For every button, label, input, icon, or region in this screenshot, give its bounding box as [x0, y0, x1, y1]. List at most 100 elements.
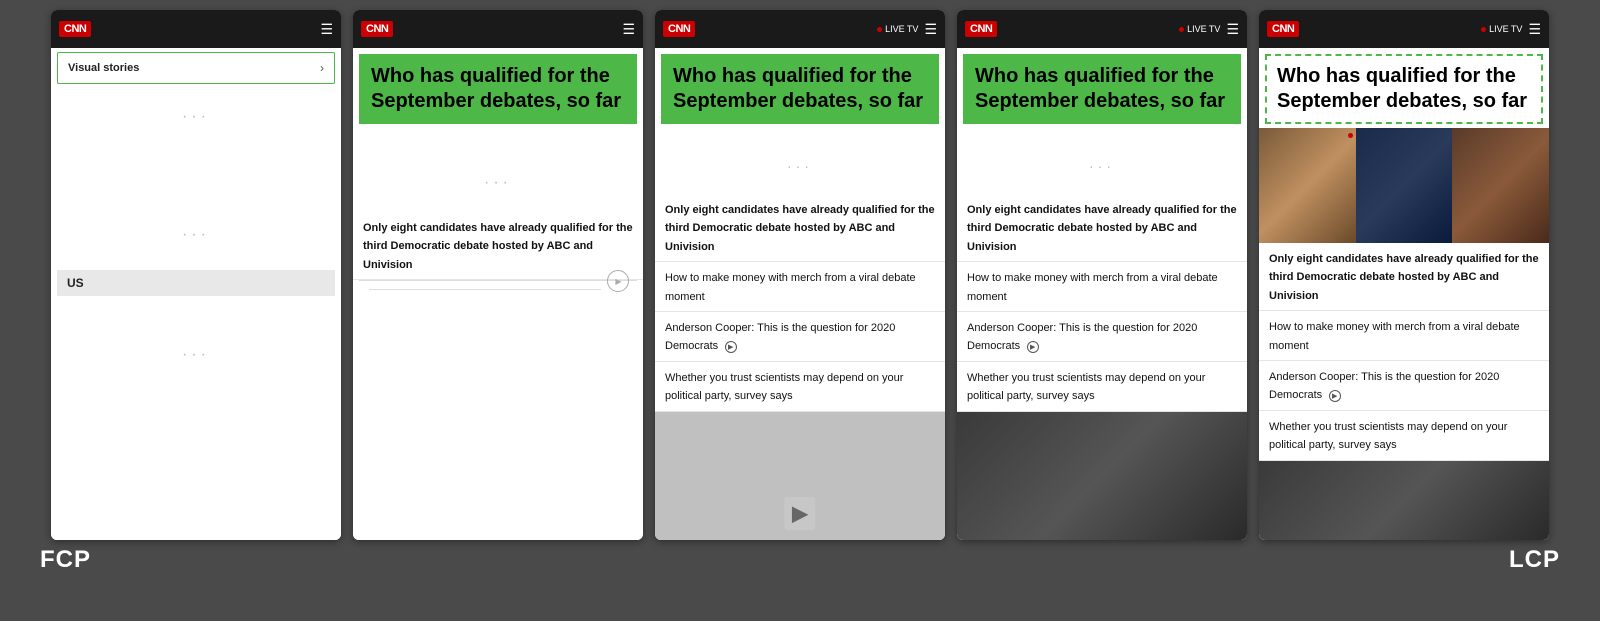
- headline-title-4: Who has qualified for the September deba…: [975, 64, 1229, 114]
- loading-mid-3: ···: [655, 138, 945, 194]
- hamburger-icon-4[interactable]: ☰: [1226, 22, 1239, 36]
- visual-stories-arrow[interactable]: ›: [320, 61, 324, 75]
- live-tv-3: LIVE TV: [877, 24, 918, 34]
- visual-stories-bar[interactable]: Visual stories ›: [57, 52, 335, 84]
- headline-container-4: Who has qualified for the September deba…: [963, 54, 1241, 124]
- story-4-2-text: Anderson Cooper: This is the question fo…: [967, 322, 1197, 352]
- play-icon-4-2[interactable]: ▶: [1027, 341, 1039, 353]
- frame-4-outer: CNN LIVE TV ☰ Who has qualified for the …: [957, 10, 1247, 540]
- navbar-right-1: ☰: [320, 22, 333, 36]
- loading-dots-1: ···: [51, 88, 341, 146]
- sub-text-label-3: Only eight candidates have already quali…: [665, 204, 935, 253]
- story-3-2[interactable]: Anderson Cooper: This is the question fo…: [655, 312, 945, 362]
- phone-frame-5: CNN LIVE TV ☰ Who has qualified for the …: [1259, 10, 1549, 540]
- navbar-5: CNN LIVE TV ☰: [1259, 10, 1549, 48]
- live-tv-label-4: LIVE TV: [1187, 24, 1220, 34]
- live-tv-5: LIVE TV: [1481, 24, 1522, 34]
- navbar-right-2: ☰: [622, 22, 635, 36]
- live-dot-3: [877, 27, 882, 32]
- headline-title-5: Who has qualified for the September deba…: [1277, 64, 1531, 114]
- navbar-4: CNN LIVE TV ☰: [957, 10, 1247, 48]
- fcp-label: FCP: [40, 546, 91, 574]
- sub-text-label-4: Only eight candidates have already quali…: [967, 204, 1237, 253]
- loading-mid-2: ···: [353, 154, 643, 212]
- bottom-image-4: [957, 412, 1247, 540]
- live-dot-5: [1481, 27, 1486, 32]
- navbar-right-3: LIVE TV ☰: [877, 22, 937, 36]
- frame-3-outer: CNN LIVE TV ☰ Who has qualified for the …: [655, 10, 945, 540]
- candidate-person-3: [1452, 128, 1549, 243]
- phone-frame-2: CNN ☰ Who has qualified for the Septembe…: [353, 10, 643, 540]
- frame-fcp: CNN ☰ Visual stories › ··· ··· US ···: [51, 10, 341, 540]
- story-4-1-text: How to make money with merch from a vira…: [967, 272, 1218, 302]
- lcp-label: LCP: [1509, 546, 1560, 574]
- cnn-logo-3: CNN: [663, 21, 695, 37]
- headline-container-3: Who has qualified for the September deba…: [661, 54, 939, 124]
- cnn-logo-4: CNN: [965, 21, 997, 37]
- play-icon-5-2[interactable]: ▶: [1329, 390, 1341, 402]
- hamburger-icon-5[interactable]: ☰: [1528, 22, 1541, 36]
- screenshots-container: CNN ☰ Visual stories › ··· ··· US ···: [20, 10, 1580, 611]
- frame-2-outer: CNN ☰ Who has qualified for the Septembe…: [353, 10, 643, 540]
- live-tv-label-5: LIVE TV: [1489, 24, 1522, 34]
- sub-text-label-5: Only eight candidates have already quali…: [1269, 253, 1539, 302]
- loading-dots-2: ···: [51, 206, 341, 264]
- headline-title-3: Who has qualified for the September deba…: [673, 64, 927, 114]
- headline-container-5: Who has qualified for the September deba…: [1265, 54, 1543, 124]
- story-5-2-text: Anderson Cooper: This is the question fo…: [1269, 371, 1499, 401]
- sub-text-5: Only eight candidates have already quali…: [1259, 243, 1549, 311]
- candidate-person-2: [1356, 128, 1453, 243]
- story-5-1[interactable]: How to make money with merch from a vira…: [1259, 311, 1549, 361]
- candidate-person-1: [1259, 128, 1356, 243]
- story-4-2[interactable]: Anderson Cooper: This is the question fo…: [957, 312, 1247, 362]
- frames-row: CNN ☰ Visual stories › ··· ··· US ···: [20, 10, 1580, 540]
- navbar-right-5: LIVE TV ☰: [1481, 22, 1541, 36]
- headline-container-2: Who has qualified for the September deba…: [359, 54, 637, 124]
- hamburger-icon-3[interactable]: ☰: [924, 22, 937, 36]
- story-3-3[interactable]: Whether you trust scientists may depend …: [655, 362, 945, 412]
- cnn-logo-2: CNN: [361, 21, 393, 37]
- story-5-2[interactable]: Anderson Cooper: This is the question fo…: [1259, 361, 1549, 411]
- video-play-btn-2[interactable]: [607, 270, 629, 292]
- play-icon-3-2[interactable]: ▶: [725, 341, 737, 353]
- frame3-content: Who has qualified for the September deba…: [655, 48, 945, 540]
- story-5-3-text: Whether you trust scientists may depend …: [1269, 421, 1507, 451]
- story-5-3[interactable]: Whether you trust scientists may depend …: [1259, 411, 1549, 461]
- loading-dots-3: ···: [51, 326, 341, 384]
- frame1-content: Visual stories › ··· ··· US ···: [51, 48, 341, 540]
- sub-text-label-2: Only eight candidates have already quali…: [363, 222, 633, 271]
- visual-stories-label: Visual stories: [68, 62, 139, 74]
- live-tv-label-3: LIVE TV: [885, 24, 918, 34]
- story-3-1[interactable]: How to make money with merch from a vira…: [655, 262, 945, 312]
- live-tv-4: LIVE TV: [1179, 24, 1220, 34]
- frame2-content: Who has qualified for the September deba…: [353, 48, 643, 540]
- phone-frame-4: CNN LIVE TV ☰ Who has qualified for the …: [957, 10, 1247, 540]
- frame4-content: Who has qualified for the September deba…: [957, 48, 1247, 540]
- hamburger-icon-2[interactable]: ☰: [622, 22, 635, 36]
- navbar-right-4: LIVE TV ☰: [1179, 22, 1239, 36]
- navbar-2: CNN ☰: [353, 10, 643, 48]
- story-3-3-text: Whether you trust scientists may depend …: [665, 372, 903, 402]
- loading-mid-4: ···: [957, 138, 1247, 194]
- sub-text-2: Only eight candidates have already quali…: [353, 212, 643, 280]
- us-section: US: [57, 270, 335, 296]
- story-4-1[interactable]: How to make money with merch from a vira…: [957, 262, 1247, 312]
- hamburger-icon-1[interactable]: ☰: [320, 22, 333, 36]
- story-3-1-text: How to make money with merch from a vira…: [665, 272, 916, 302]
- bottom-image-3: ▶: [655, 412, 945, 540]
- navbar-3: CNN LIVE TV ☰: [655, 10, 945, 48]
- navbar-1: CNN ☰: [51, 10, 341, 48]
- headline-title-2: Who has qualified for the September deba…: [371, 64, 625, 114]
- frame5-content: Who has qualified for the September deba…: [1259, 48, 1549, 540]
- story-5-1-text: How to make money with merch from a vira…: [1269, 321, 1520, 351]
- story-4-3[interactable]: Whether you trust scientists may depend …: [957, 362, 1247, 412]
- live-dot-4: [1179, 27, 1184, 32]
- bottom-image-5: [1259, 461, 1549, 540]
- labels-row: FCP LCP: [20, 546, 1580, 574]
- phone-frame-3: CNN LIVE TV ☰ Who has qualified for the …: [655, 10, 945, 540]
- cnn-logo-1: CNN: [59, 21, 91, 37]
- frame-lcp: CNN LIVE TV ☰ Who has qualified for the …: [1259, 10, 1549, 540]
- story-4-3-text: Whether you trust scientists may depend …: [967, 372, 1205, 402]
- story-3-2-text: Anderson Cooper: This is the question fo…: [665, 322, 895, 352]
- sub-text-3: Only eight candidates have already quali…: [655, 194, 945, 262]
